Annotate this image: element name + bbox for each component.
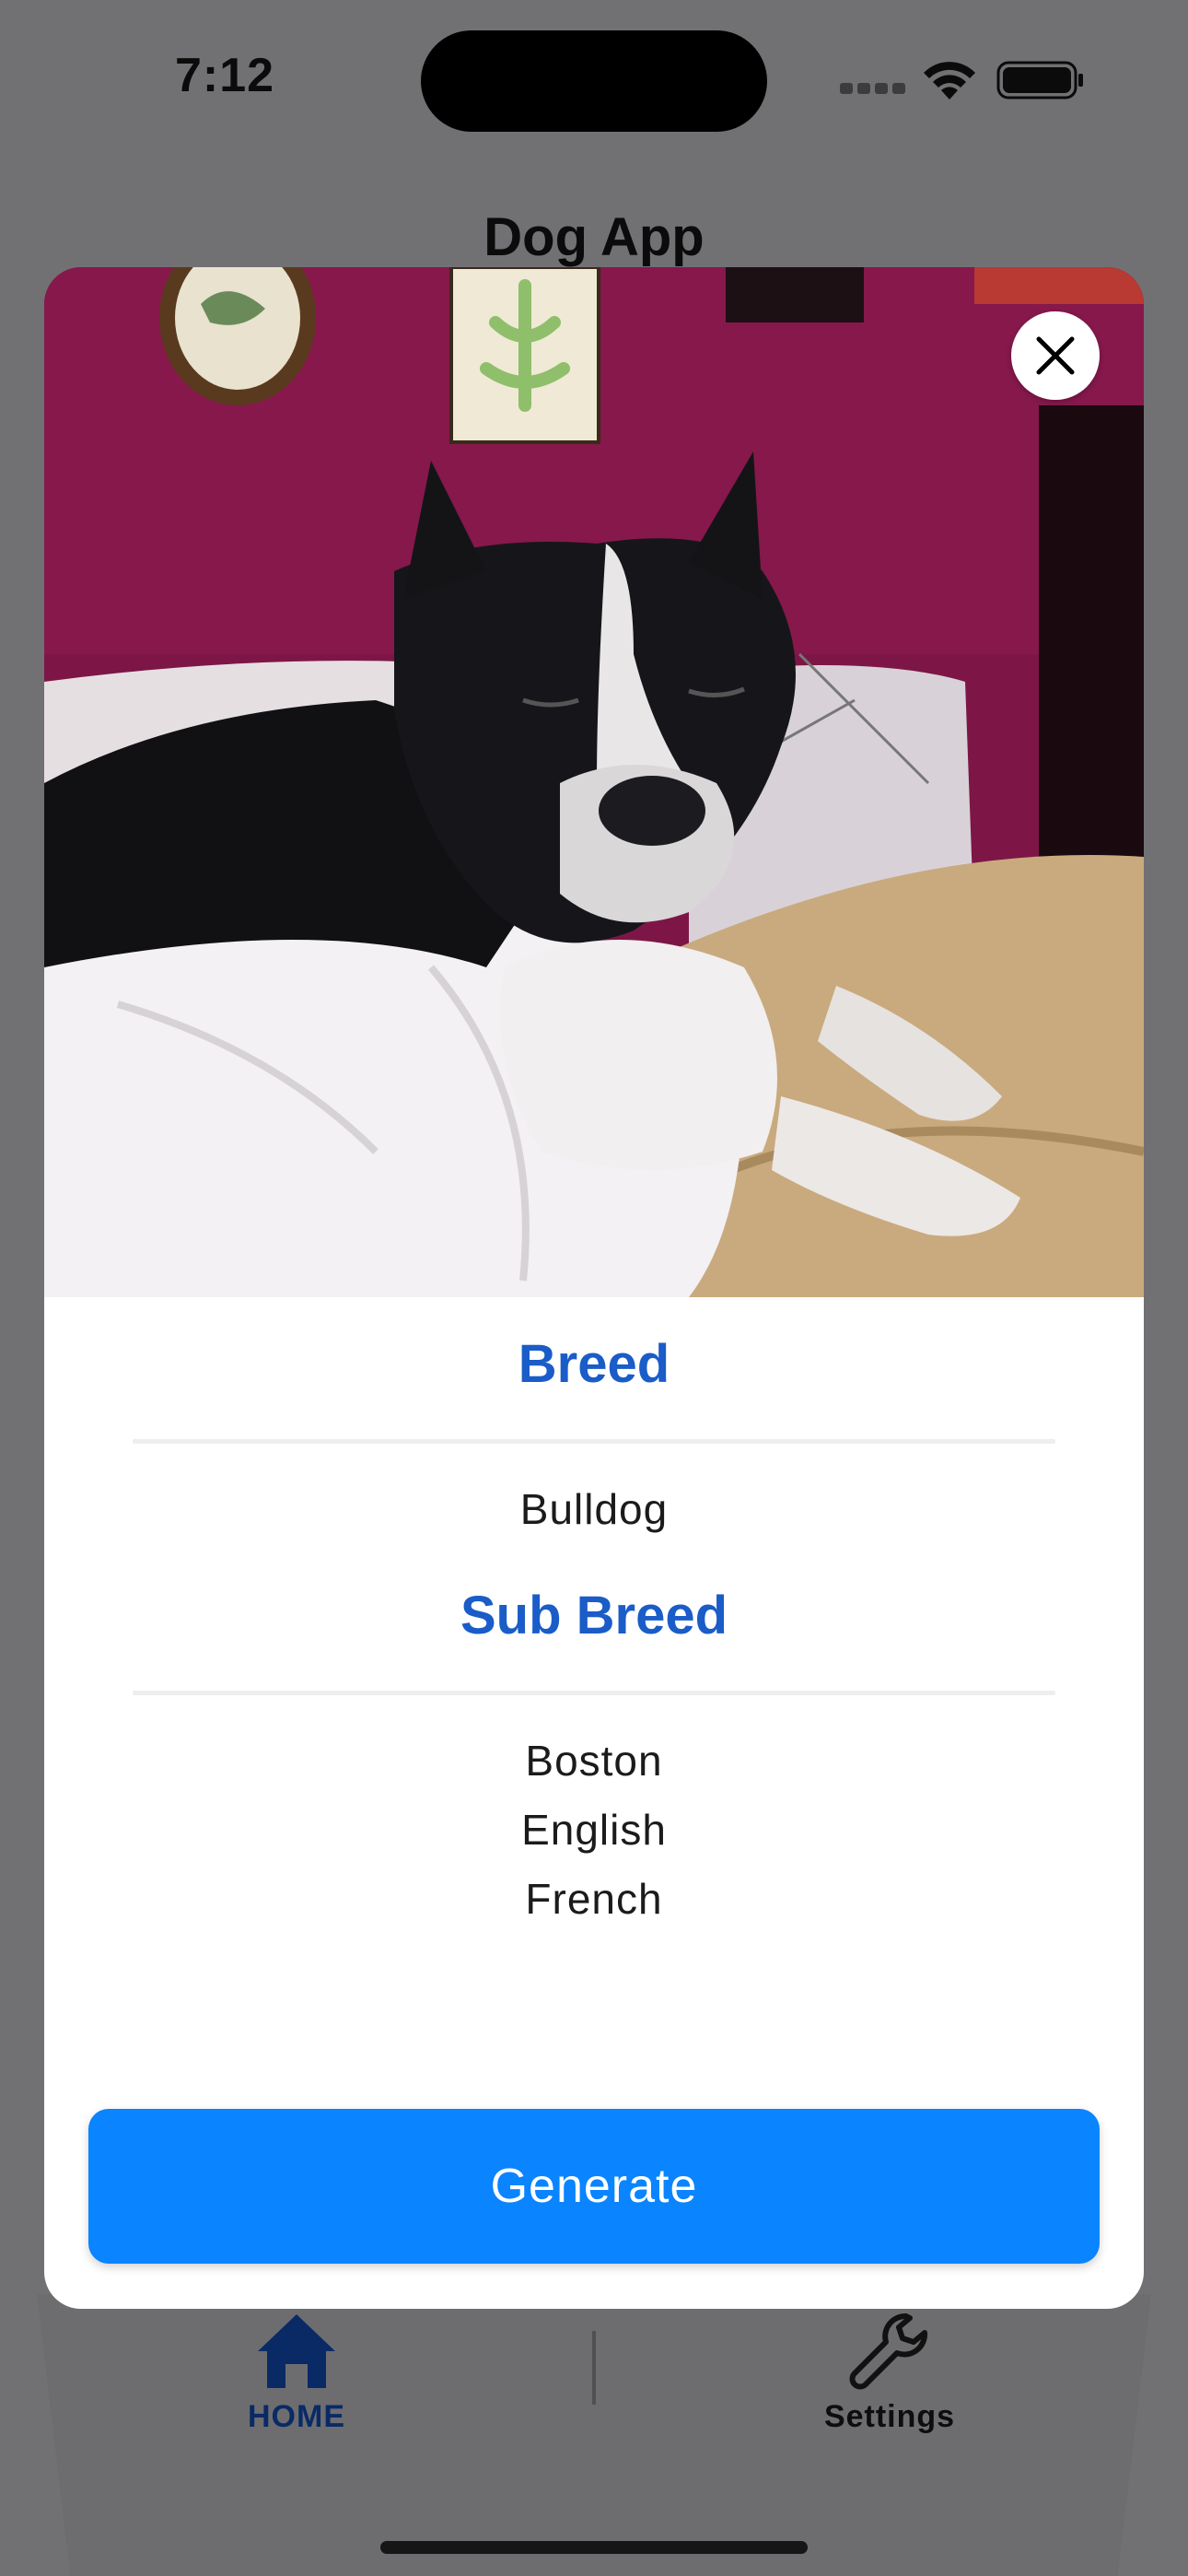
tab-home-label: HOME (248, 2399, 345, 2434)
status-time: 7:12 (175, 49, 275, 102)
home-indicator (380, 2541, 808, 2554)
status-bar: 7:12 (0, 0, 1188, 147)
breed-heading: Breed (518, 1334, 670, 1394)
close-button[interactable] (1011, 311, 1100, 400)
wrench-icon (849, 2313, 928, 2390)
breed-modal: Breed Bulldog Sub Breed Boston English F… (44, 267, 1144, 2309)
app-title: Dog App (483, 207, 705, 267)
sub-breed-item: French (525, 1875, 663, 1923)
breed-value: Bulldog (519, 1485, 669, 1533)
dog-photo (44, 267, 1144, 1297)
tab-divider (592, 2331, 596, 2405)
dynamic-island (421, 30, 767, 132)
sub-breed-heading: Sub Breed (460, 1586, 728, 1645)
sub-breed-item: Boston (525, 1737, 663, 1785)
tab-bar: HOME Settings (0, 2294, 1188, 2576)
breed-divider (133, 1439, 1055, 1444)
dog-photo-illustration (44, 267, 1144, 1297)
close-icon (1036, 336, 1075, 375)
wifi-icon (924, 62, 975, 100)
sub-breed-item: English (521, 1806, 667, 1854)
tab-settings-label: Settings (823, 2399, 956, 2434)
home-icon (258, 2314, 335, 2388)
cellular-signal-icon (840, 83, 905, 96)
tab-settings[interactable]: Settings (751, 2311, 1028, 2435)
battery-icon (996, 61, 1083, 100)
generate-button[interactable]: Generate (88, 2109, 1100, 2264)
sub-breed-divider (133, 1691, 1055, 1695)
tab-home[interactable]: HOME (158, 2311, 435, 2435)
